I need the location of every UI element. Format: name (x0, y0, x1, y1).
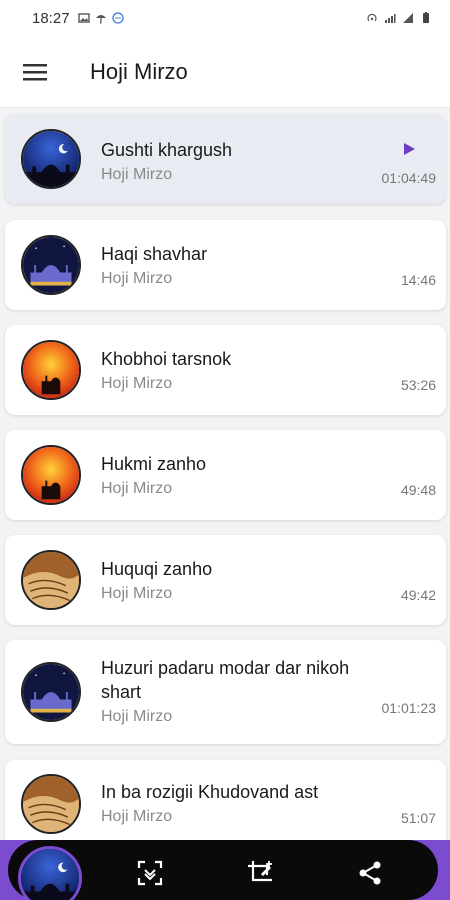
track-artist: Hoji Mirzo (101, 708, 173, 725)
crop-edit-icon (248, 861, 272, 882)
track-artist: Hoji Mirzo (101, 270, 173, 287)
track-duration: 49:42 (400, 587, 436, 603)
umbrella-icon (95, 15, 106, 24)
signal-icon (403, 13, 413, 23)
track-duration: 53:26 (400, 377, 436, 393)
track-duration: 14:46 (400, 272, 436, 288)
share-icon (359, 861, 381, 885)
track-duration: 51:07 (400, 810, 436, 826)
track-artist: Hoji Mirzo (101, 585, 173, 602)
signal-lte-icon (385, 14, 396, 23)
play-icon[interactable] (402, 142, 416, 156)
track-item[interactable]: Huquqi zanho Hoji Mirzo 49:42 (5, 535, 446, 625)
crop-edit-button[interactable] (245, 858, 275, 888)
status-bar: 18:27 (0, 0, 450, 36)
track-cover-book (21, 550, 81, 610)
track-cover-mosque-night (21, 129, 81, 189)
track-item[interactable]: Gushti khargush Hoji Mirzo 01:04:49 (5, 114, 446, 204)
track-cover-mosque-blue (21, 235, 81, 295)
share-button[interactable] (355, 858, 385, 888)
track-duration: 01:01:23 (381, 700, 437, 716)
track-title: Gushti khargush (101, 140, 233, 160)
track-title: Huzuri padaru modar dar nikoh shart (101, 658, 350, 702)
image-notification-icon (77, 13, 90, 23)
track-title: In ba rozigii Khudovand ast (101, 782, 319, 802)
hotspot-icon (367, 13, 377, 22)
track-artist: Hoji Mirzo (101, 375, 173, 392)
menu-icon (23, 63, 47, 80)
track-cover-book (21, 774, 81, 834)
notification-icons (77, 12, 124, 24)
scan-icon (137, 860, 163, 886)
track-cover-crescent-sunset (21, 445, 81, 505)
track-cover-mosque-blue (21, 662, 81, 722)
battery-icon (423, 12, 429, 23)
menu-button[interactable] (0, 36, 70, 108)
track-title: Haqi shavhar (101, 244, 208, 264)
system-icons (366, 12, 432, 24)
status-time: 18:27 (32, 9, 70, 27)
app-bar: Hoji Mirzo (0, 36, 450, 108)
track-cover-crescent-sunset (21, 340, 81, 400)
track-item[interactable]: Hukmi zanho Hoji Mirzo 49:48 (5, 430, 446, 520)
track-item[interactable]: Haqi shavhar Hoji Mirzo 14:46 (5, 220, 446, 310)
track-artist: Hoji Mirzo (101, 480, 173, 497)
track-title: Huquqi zanho (101, 559, 213, 579)
track-artist: Hoji Mirzo (101, 166, 173, 183)
track-duration: 49:48 (400, 482, 436, 498)
scan-button[interactable] (135, 858, 165, 888)
track-item[interactable]: Khobhoi tarsnok Hoji Mirzo 53:26 (5, 325, 446, 415)
track-item[interactable]: Huzuri padaru modar dar nikoh shart Hoji… (5, 640, 446, 744)
page-title: Hoji Mirzo (90, 58, 188, 84)
messenger-icon (111, 12, 124, 24)
track-duration: 01:04:49 (381, 170, 437, 186)
track-artist: Hoji Mirzo (101, 808, 173, 825)
track-title: Khobhoi tarsnok (101, 349, 232, 369)
track-title: Hukmi zanho (101, 454, 207, 474)
